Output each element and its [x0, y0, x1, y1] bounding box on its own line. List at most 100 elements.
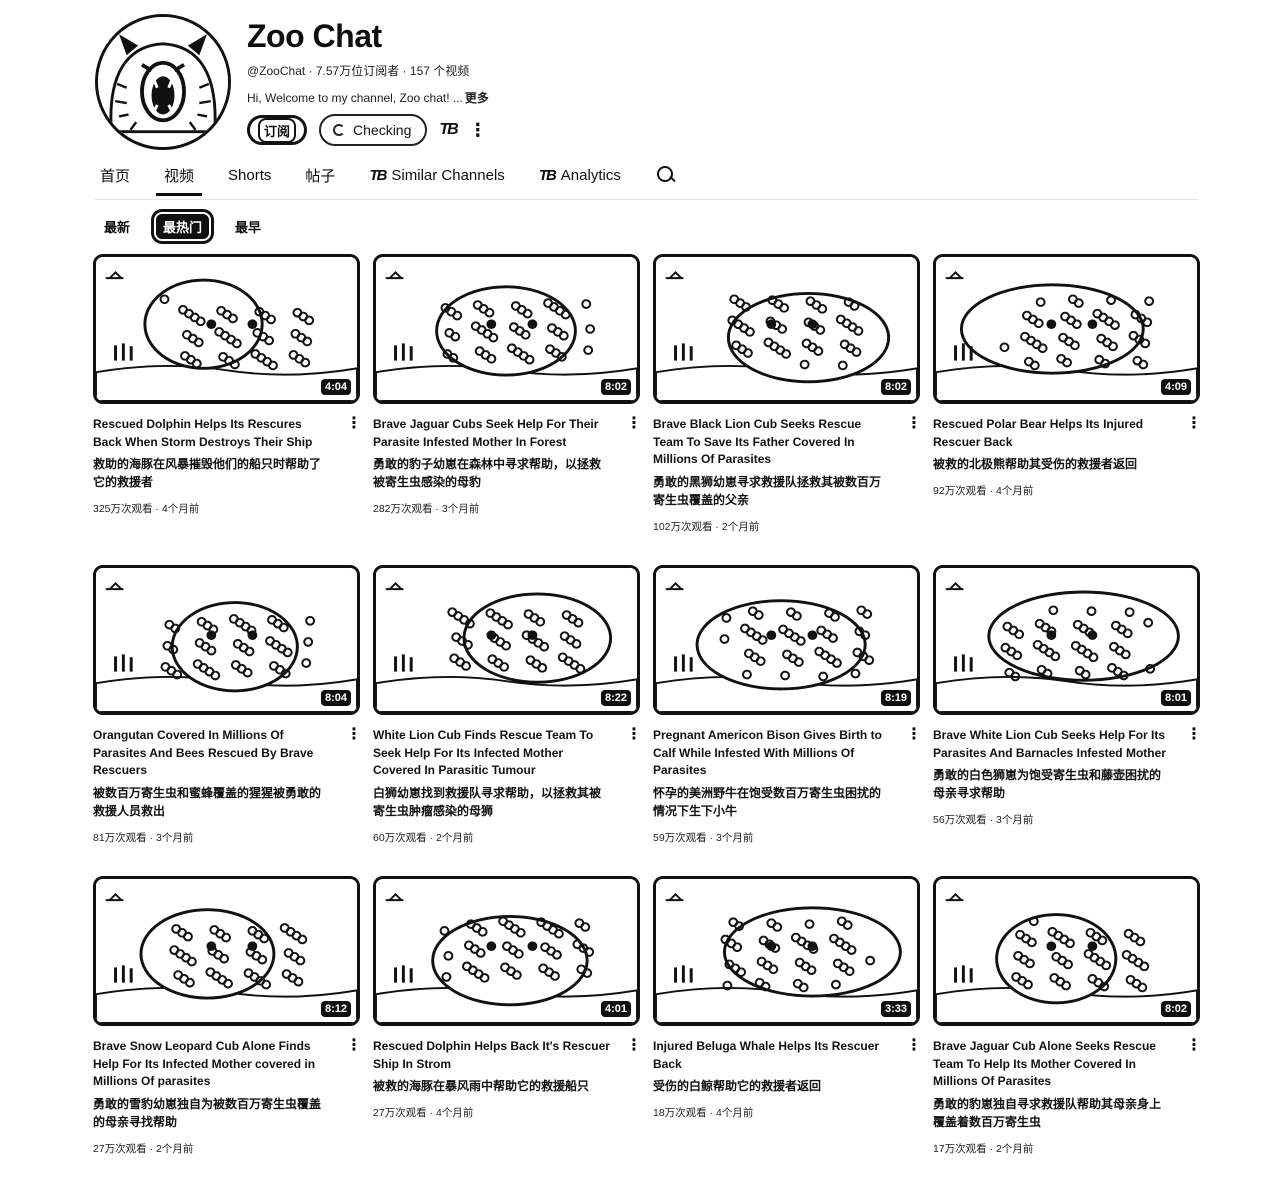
more-link[interactable]: 更多: [465, 91, 489, 105]
more-vert-icon[interactable]: ⋮: [906, 1038, 922, 1054]
video-title-translation: 勇敢的雪豹幼崽独自为被数百万寄生虫覆盖的母亲寻找帮助: [93, 1096, 322, 1129]
video-title[interactable]: Rescued Dolphin Helps Back It's Rescuer …: [373, 1038, 612, 1073]
more-vert-icon[interactable]: ⋮: [906, 727, 922, 743]
lion-barnacles-thumbnail-icon: [936, 568, 1197, 712]
video-thumbnail[interactable]: 4:09: [933, 254, 1200, 404]
channel-description[interactable]: Hi, Welcome to my channel, Zoo chat! ...…: [247, 89, 489, 106]
more-vert-icon[interactable]: ⋮: [626, 416, 642, 432]
tab-videos[interactable]: 视频: [156, 165, 203, 196]
video-thumbnail[interactable]: 3:33: [653, 876, 920, 1026]
video-card[interactable]: 8:01 Brave White Lion Cub Seeks Help For…: [933, 565, 1202, 876]
channel-actions: 订阅 Checking TB ⋮: [247, 114, 487, 146]
video-thumbnail[interactable]: 4:01: [373, 876, 640, 1026]
video-title[interactable]: Brave White Lion Cub Seeks Help For Its …: [933, 727, 1172, 762]
video-grid: 4:04 Rescued Dolphin Helps Its Rescures …: [93, 254, 1202, 1179]
video-info: Orangutan Covered In Millions Of Parasit…: [93, 715, 362, 845]
more-vert-icon[interactable]: ⋮: [346, 727, 362, 743]
video-meta: 81万次观看 · 3个月前: [93, 831, 194, 844]
tabs-divider: [95, 199, 1198, 200]
chip-popular[interactable]: 最热门: [154, 212, 212, 241]
tab-label: 视频: [164, 167, 195, 185]
more-vert-icon[interactable]: ⋮: [346, 1038, 362, 1054]
video-thumbnail[interactable]: 8:22: [373, 565, 640, 715]
video-title[interactable]: Brave Black Lion Cub Seeks Rescue Team T…: [653, 416, 892, 469]
video-thumbnail[interactable]: 8:02: [373, 254, 640, 404]
more-vert-icon[interactable]: ⋮: [346, 416, 362, 432]
video-title-translation: 白狮幼崽找到救援队寻求帮助，以拯救其被寄生虫肿瘤感染的母狮: [373, 785, 602, 818]
channel-avatar[interactable]: [95, 14, 231, 150]
snow-leopard-thumbnail-icon: [96, 879, 357, 1023]
tab-label: Similar Channels: [391, 166, 505, 184]
video-thumbnail[interactable]: 8:19: [653, 565, 920, 715]
more-vert-icon[interactable]: ⋮: [626, 1038, 642, 1054]
video-card[interactable]: 4:09 Rescued Polar Bear Helps Its Injure…: [933, 254, 1202, 565]
video-thumbnail[interactable]: 8:04: [93, 565, 360, 715]
duration-badge: 8:02: [880, 379, 911, 395]
dolphin-helicopter-thumbnail-icon: [96, 257, 357, 401]
video-title-translation: 勇敢的黑狮幼崽寻求救援队拯救其被数百万寄生虫覆盖的父亲: [653, 474, 882, 507]
video-title-translation: 勇敢的豹崽独自寻求救援队帮助其母亲身上覆盖着数百万寄生虫: [933, 1096, 1162, 1129]
tab-home[interactable]: 首页: [100, 165, 130, 196]
video-card[interactable]: 8:02 Brave Jaguar Cubs Seek Help For The…: [373, 254, 642, 565]
chip-latest[interactable]: 最新: [100, 212, 134, 241]
duration-badge: 8:02: [600, 379, 631, 395]
jaguar-face-thumbnail-icon: [376, 257, 637, 401]
tubebuddy-icon[interactable]: TB: [439, 121, 458, 139]
video-card[interactable]: 4:04 Rescued Dolphin Helps Its Rescures …: [93, 254, 362, 565]
subscribe-button[interactable]: 订阅: [247, 115, 308, 145]
video-title[interactable]: Orangutan Covered In Millions Of Parasit…: [93, 727, 332, 780]
video-card[interactable]: 4:01 Rescued Dolphin Helps Back It's Res…: [373, 876, 642, 1179]
video-meta: 60万次观看 · 2个月前: [373, 831, 474, 844]
video-card[interactable]: 3:33 Injured Beluga Whale Helps Its Resc…: [653, 876, 922, 1179]
video-card[interactable]: 8:12 Brave Snow Leopard Cub Alone Finds …: [93, 876, 362, 1179]
lion-parasites-thumbnail-icon: [656, 257, 917, 401]
video-title[interactable]: Brave Jaguar Cub Alone Seeks Rescue Team…: [933, 1038, 1172, 1091]
checking-button[interactable]: Checking: [319, 114, 428, 146]
more-vert-icon[interactable]: ⋮: [1186, 727, 1202, 743]
tab-posts[interactable]: 帖子: [305, 165, 335, 196]
video-title[interactable]: White Lion Cub Finds Rescue Team To Seek…: [373, 727, 612, 780]
video-title[interactable]: Rescued Dolphin Helps Its Rescures Back …: [93, 416, 332, 451]
video-title[interactable]: Brave Snow Leopard Cub Alone Finds Help …: [93, 1038, 332, 1091]
video-card[interactable]: 8:04 Orangutan Covered In Millions Of Pa…: [93, 565, 362, 876]
checking-label: Checking: [353, 122, 412, 138]
video-info: Pregnant Americon Bison Gives Birth to C…: [653, 715, 922, 845]
video-title[interactable]: Injured Beluga Whale Helps Its Rescuer B…: [653, 1038, 892, 1073]
video-card[interactable]: 8:19 Pregnant Americon Bison Gives Birth…: [653, 565, 922, 876]
more-vert-icon[interactable]: ⋮: [1186, 416, 1202, 432]
tab-similar-channels[interactable]: TB Similar Channels: [369, 167, 504, 194]
search-icon[interactable]: [655, 165, 675, 185]
channel-description-text: Hi, Welcome to my channel, Zoo chat! ...: [247, 91, 463, 105]
video-thumbnail[interactable]: 4:04: [93, 254, 360, 404]
more-vert-icon[interactable]: ⋮: [469, 121, 487, 139]
more-vert-icon[interactable]: ⋮: [1186, 1038, 1202, 1054]
video-info: Rescued Dolphin Helps Back It's Rescuer …: [373, 1026, 642, 1120]
tab-analytics[interactable]: TB Analytics: [539, 167, 621, 194]
video-meta: 27万次观看 · 2个月前: [93, 1142, 194, 1155]
video-thumbnail[interactable]: 8:02: [653, 254, 920, 404]
more-vert-icon[interactable]: ⋮: [906, 416, 922, 432]
duration-badge: 8:04: [320, 690, 351, 706]
duration-badge: 8:02: [1160, 1001, 1191, 1017]
video-meta: 59万次观看 · 3个月前: [653, 831, 754, 844]
video-title-translation: 被救的北极熊帮助其受伤的救援者返回: [933, 457, 1138, 471]
video-thumbnail[interactable]: 8:12: [93, 876, 360, 1026]
video-thumbnail[interactable]: 8:01: [933, 565, 1200, 715]
more-vert-icon[interactable]: ⋮: [626, 727, 642, 743]
video-title[interactable]: Brave Jaguar Cubs Seek Help For Their Pa…: [373, 416, 612, 451]
sort-chips: 最新 最热门 最早: [100, 212, 265, 241]
video-title[interactable]: Rescued Polar Bear Helps Its Injured Res…: [933, 416, 1172, 451]
video-card[interactable]: 8:02 Brave Jaguar Cub Alone Seeks Rescue…: [933, 876, 1202, 1179]
tab-shorts[interactable]: Shorts: [228, 167, 271, 194]
duration-badge: 8:12: [320, 1001, 351, 1017]
duration-badge: 3:33: [880, 1001, 911, 1017]
video-card[interactable]: 8:02 Brave Black Lion Cub Seeks Rescue T…: [653, 254, 922, 565]
video-info: Brave Jaguar Cub Alone Seeks Rescue Team…: [933, 1026, 1202, 1156]
polar-bear-thumbnail-icon: [936, 257, 1197, 401]
chip-oldest[interactable]: 最早: [231, 212, 265, 241]
video-title[interactable]: Pregnant Americon Bison Gives Birth to C…: [653, 727, 892, 780]
duration-badge: 4:09: [1160, 379, 1191, 395]
video-card[interactable]: 8:22 White Lion Cub Finds Rescue Team To…: [373, 565, 642, 876]
video-meta: 27万次观看 · 4个月前: [373, 1107, 474, 1119]
video-thumbnail[interactable]: 8:02: [933, 876, 1200, 1026]
